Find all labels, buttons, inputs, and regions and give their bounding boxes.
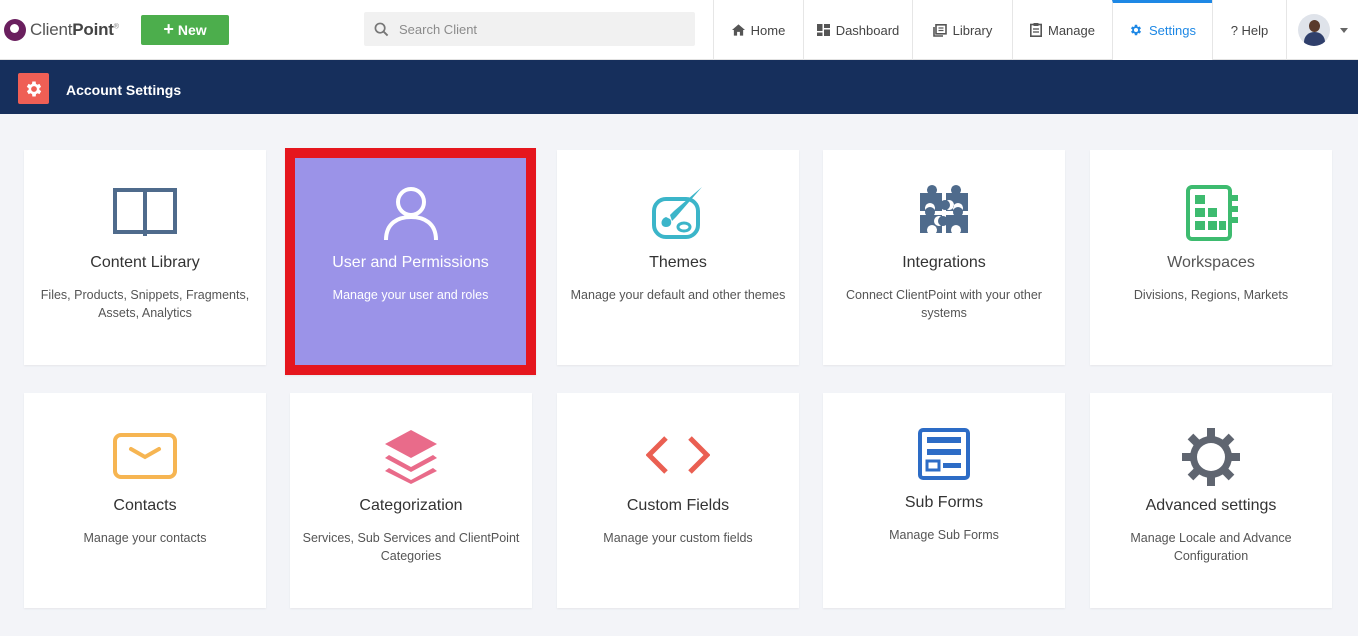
card-sub-forms[interactable]: Sub Forms Manage Sub Forms: [823, 393, 1065, 608]
card-user-and-permissions[interactable]: User and Permissions Manage your user an…: [285, 148, 536, 375]
cog-icon: [1090, 428, 1332, 486]
card-title: Advanced settings: [1145, 497, 1277, 514]
card-description: Manage your user and roles: [332, 288, 489, 302]
card-description: Manage your contacts: [83, 531, 207, 545]
page-title: Account Settings: [66, 82, 182, 98]
logo-reg-mark: ®: [113, 23, 119, 31]
main-nav: Home Dashboard Library Manage Settings ?…: [713, 0, 1286, 60]
card-content-library[interactable]: Content Library Files, Products, Snippet…: [24, 150, 266, 365]
card-advanced-settings[interactable]: Advanced settings Manage Locale and Adva…: [1090, 393, 1332, 608]
nav-manage-label: Manage: [1048, 22, 1095, 38]
card-categorization[interactable]: Categorization Services, Sub Services an…: [290, 393, 532, 608]
nav-dashboard[interactable]: Dashboard: [803, 0, 912, 60]
user-icon: [285, 185, 536, 241]
plus-icon: +: [163, 19, 174, 39]
card-title: User and Permissions: [332, 254, 489, 271]
card-contacts[interactable]: Contacts Manage your contacts: [24, 393, 266, 608]
card-description: Manage your default and other themes: [570, 288, 786, 302]
home-icon: [731, 24, 745, 36]
clipboard-icon: [1030, 23, 1042, 37]
card-custom-fields[interactable]: Custom Fields Manage your custom fields: [557, 393, 799, 608]
card-description: Connect ClientPoint with your other syst…: [846, 288, 1042, 320]
card-themes[interactable]: Themes Manage your default and other the…: [557, 150, 799, 365]
nav-help[interactable]: ? Help: [1212, 0, 1286, 60]
form-icon: [823, 428, 1065, 480]
logo-text-bold: Point: [72, 20, 114, 39]
puzzle-icon: [823, 185, 1065, 241]
dashboard-icon: [816, 24, 830, 36]
envelope-icon: [24, 433, 266, 479]
card-title: Workspaces: [1167, 254, 1255, 271]
card-workspaces[interactable]: Workspaces Divisions, Regions, Markets: [1090, 150, 1332, 365]
card-title: Contacts: [113, 497, 177, 514]
palette-icon: [557, 185, 799, 241]
card-title: Custom Fields: [626, 497, 730, 514]
user-menu[interactable]: [1286, 0, 1358, 60]
avatar[interactable]: [1297, 14, 1330, 46]
nav-settings-label: Settings: [1149, 22, 1196, 38]
card-title: Categorization: [359, 497, 463, 514]
settings-gear-icon: [18, 73, 49, 104]
nav-help-label: ? Help: [1230, 22, 1269, 38]
gear-icon: [1130, 24, 1142, 36]
nav-dashboard-label: Dashboard: [835, 22, 900, 38]
nav-library[interactable]: Library: [912, 0, 1012, 60]
search-icon: [374, 22, 389, 36]
library-icon: [932, 23, 947, 37]
card-title: Themes: [649, 254, 707, 271]
card-title: Sub Forms: [904, 494, 984, 511]
nav-manage[interactable]: Manage: [1012, 0, 1112, 60]
card-integrations[interactable]: Integrations Connect ClientPoint with yo…: [823, 150, 1065, 365]
card-description: Manage Locale and Advance Configuration: [1130, 531, 1292, 563]
nav-settings[interactable]: Settings: [1112, 0, 1212, 60]
code-icon: [557, 435, 799, 475]
card-description: Services, Sub Services and ClientPoint C…: [302, 531, 520, 563]
logo-icon: [4, 19, 26, 41]
nav-home[interactable]: Home: [713, 0, 803, 60]
card-description: Manage Sub Forms: [889, 528, 999, 542]
nav-home-label: Home: [750, 22, 786, 38]
book-icon: [24, 188, 266, 238]
search-box[interactable]: [364, 12, 695, 46]
card-description: Files, Products, Snippets, Fragments, As…: [40, 288, 250, 320]
logo-text-light: Client: [30, 20, 73, 39]
card-title: Content Library: [90, 254, 200, 271]
card-title: Integrations: [902, 254, 986, 271]
clientpoint-logo[interactable]: ClientPoint®: [4, 16, 119, 44]
layers-icon: [290, 428, 532, 484]
workspace-icon: [1090, 185, 1332, 241]
account-settings-header: Account Settings: [0, 60, 1358, 114]
new-button-label: New: [177, 22, 207, 38]
card-description: Manage your custom fields: [603, 531, 753, 545]
chevron-down-icon[interactable]: [1339, 27, 1348, 33]
card-description: Divisions, Regions, Markets: [1133, 288, 1289, 302]
search-input[interactable]: [399, 21, 669, 37]
nav-library-label: Library: [952, 22, 993, 38]
new-button[interactable]: + New: [141, 15, 229, 45]
top-navbar: ClientPoint® + New Home Dashboard Librar…: [0, 0, 1358, 60]
